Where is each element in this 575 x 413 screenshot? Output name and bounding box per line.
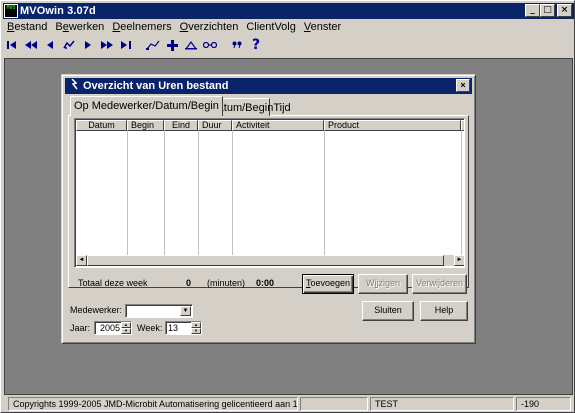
status-copyright: Copyrights 1999-2005 JMD-Microbit Automa… xyxy=(8,397,298,411)
grid-line xyxy=(461,131,462,255)
status-value: -190 xyxy=(516,397,571,411)
uren-list[interactable]: Datum Begin Eind Duur Activiteit Product… xyxy=(74,118,465,268)
column-begin[interactable]: Begin xyxy=(127,120,164,131)
application-window: MVO MVOwin 3.07d _ □ × Bestand Bewerken … xyxy=(0,0,575,413)
tab-medewerker-datum-begin[interactable]: Op Medewerker/Datum/Begin xyxy=(70,96,223,116)
year-label: Jaar: xyxy=(70,323,91,333)
window-title: MVOwin 3.07d xyxy=(20,5,96,17)
next-page-icon[interactable] xyxy=(98,37,116,53)
app-icon[interactable]: MVO xyxy=(4,4,18,18)
status-empty xyxy=(300,397,368,411)
menu-bar: Bestand Bewerken Deelnemers Overzichten … xyxy=(3,19,345,34)
glasses-icon[interactable] xyxy=(201,37,219,53)
help-button[interactable]: Help xyxy=(420,301,468,321)
week-spin-buttons: ▲ ▼ xyxy=(191,322,201,334)
status-bar: Copyrights 1999-2005 JMD-Microbit Automa… xyxy=(4,397,573,411)
chevron-down-icon[interactable]: ▼ xyxy=(180,306,191,316)
toolbar: ? xyxy=(3,35,266,55)
year-spinner[interactable]: 2005 ▲ ▼ xyxy=(94,321,132,335)
column-datum[interactable]: Datum xyxy=(76,120,127,131)
menu-bewerken[interactable]: Bewerken xyxy=(51,21,108,33)
grid-line xyxy=(232,131,233,255)
prev-record-icon[interactable] xyxy=(41,37,59,53)
grid-line xyxy=(198,131,199,255)
window-controls: _ □ × xyxy=(525,4,572,17)
employee-combobox[interactable]: ▼ xyxy=(125,304,193,318)
total-count: 0 xyxy=(186,278,192,288)
minutes-label: (minuten) xyxy=(207,278,246,288)
close-dialog-button[interactable]: Sluiten xyxy=(362,301,414,321)
prev-page-icon[interactable] xyxy=(22,37,40,53)
edit-button[interactable]: Wijzigen xyxy=(358,274,408,294)
edit-record-icon[interactable] xyxy=(60,37,78,53)
column-product[interactable]: Product xyxy=(324,120,461,131)
grid-line xyxy=(127,131,128,255)
column-activiteit[interactable]: Activiteit xyxy=(232,120,324,131)
spin-down-icon[interactable]: ▼ xyxy=(191,328,201,334)
menu-bestand[interactable]: Bestand xyxy=(3,21,51,33)
menu-overzichten[interactable]: Overzichten xyxy=(176,21,243,33)
menu-clientvolg[interactable]: ClientVolg xyxy=(242,21,300,33)
record-list-icon[interactable] xyxy=(144,37,162,53)
add-button[interactable]: Toevoegen xyxy=(302,274,354,294)
title-bar[interactable]: MVO MVOwin 3.07d _ □ × xyxy=(3,3,574,19)
delete-button[interactable]: Verwijderen xyxy=(412,274,467,294)
search-icon[interactable] xyxy=(182,37,200,53)
total-label: Totaal deze week xyxy=(78,278,148,288)
column-eind[interactable]: Eind xyxy=(164,120,198,131)
help-icon[interactable]: ? xyxy=(247,37,265,53)
dialog-title: Overzicht van Uren bestand xyxy=(83,80,229,92)
close-button[interactable]: × xyxy=(557,4,572,17)
next-record-icon[interactable] xyxy=(79,37,97,53)
scroll-right-icon[interactable]: ► xyxy=(454,255,464,266)
total-time: 0:00 xyxy=(256,278,275,288)
grid-line xyxy=(164,131,165,255)
dialog-app-icon xyxy=(68,78,80,93)
first-record-icon[interactable] xyxy=(3,37,21,53)
add-icon[interactable] xyxy=(163,37,181,53)
status-user: TEST xyxy=(370,397,514,411)
dialog-close-button[interactable]: × xyxy=(456,79,470,92)
year-spin-buttons: ▲ ▼ xyxy=(121,322,131,334)
horizontal-scrollbar[interactable]: ◄ ► xyxy=(76,255,464,266)
spin-down-icon[interactable]: ▼ xyxy=(121,328,131,334)
minimize-button[interactable]: _ xyxy=(525,4,540,17)
maximize-button[interactable]: □ xyxy=(540,4,555,17)
menu-deelnemers[interactable]: Deelnemers xyxy=(108,21,175,33)
last-record-icon[interactable] xyxy=(117,37,135,53)
grid-line xyxy=(324,131,325,255)
list-header: Datum Begin Eind Duur Activiteit Product xyxy=(76,120,464,131)
column-filler xyxy=(461,120,464,131)
quote-icon[interactable] xyxy=(228,37,246,53)
scroll-left-icon[interactable]: ◄ xyxy=(76,255,87,266)
employee-label: Medewerker: xyxy=(70,305,123,315)
week-label: Week: xyxy=(137,323,163,333)
week-spinner[interactable]: 13 ▲ ▼ xyxy=(165,321,202,335)
menu-venster[interactable]: Venster xyxy=(300,21,345,33)
column-duur[interactable]: Duur xyxy=(198,120,232,131)
dialog-title-bar[interactable]: Overzicht van Uren bestand × xyxy=(65,78,472,94)
uren-overview-dialog: Overzicht van Uren bestand × Op Medewerk… xyxy=(61,74,476,344)
scroll-thumb[interactable] xyxy=(87,255,444,266)
